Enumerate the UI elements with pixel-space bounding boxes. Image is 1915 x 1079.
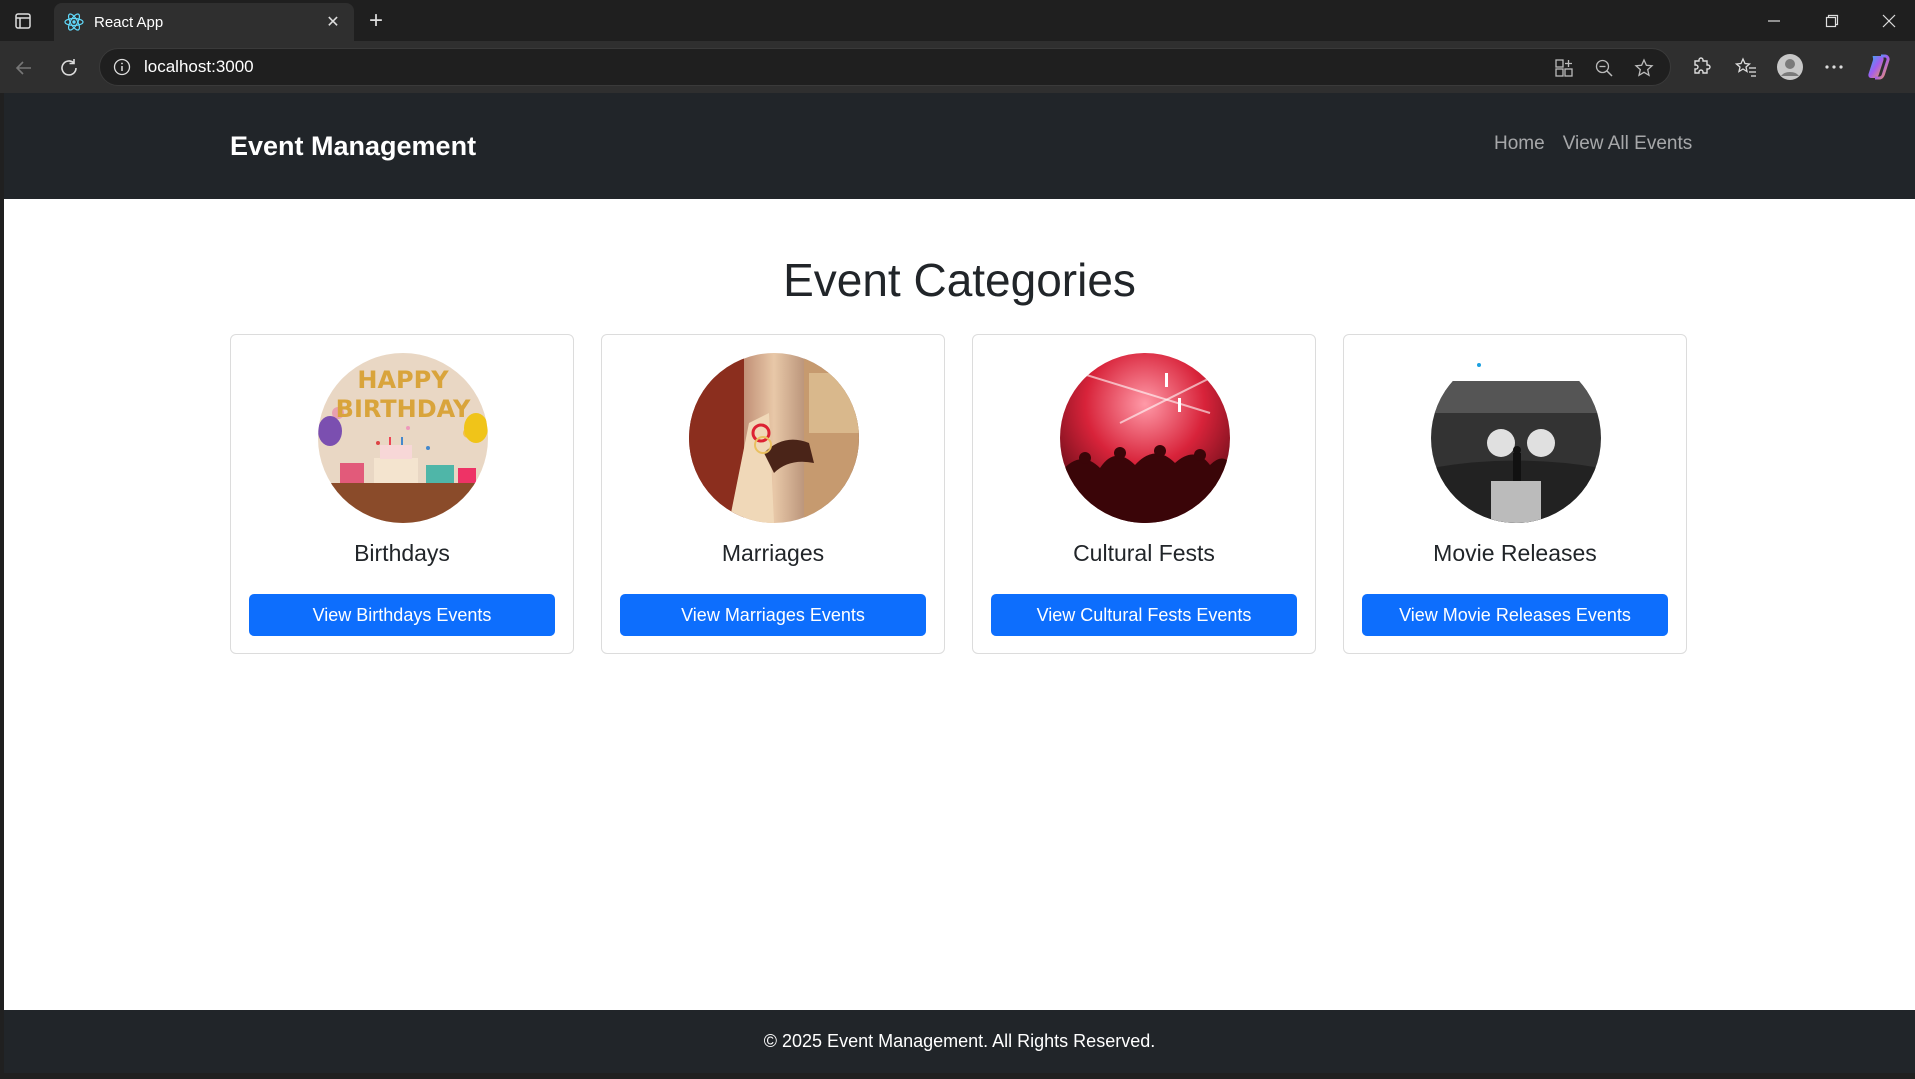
birthday-photo-icon: HAPPY BIRTHDAY — [318, 353, 488, 523]
navbar-brand[interactable]: Event Management — [230, 131, 476, 162]
app-available-icon[interactable] — [1550, 54, 1578, 82]
category-card-marriages: Marriages View Marriages Events — [601, 334, 945, 654]
more-menu-icon[interactable] — [1820, 53, 1848, 81]
page-title: Event Categories — [783, 254, 1136, 306]
svg-text:BIRTHDAY: BIRTHDAY — [336, 395, 471, 423]
reload-icon[interactable] — [55, 54, 83, 82]
tab-title: React App — [94, 13, 164, 31]
category-title: Birthdays — [354, 540, 450, 566]
browser-tab[interactable]: React App ✕ — [54, 3, 354, 41]
url-text: localhost:3000 — [144, 57, 254, 76]
restore-icon[interactable] — [1810, 8, 1854, 34]
view-cultural-fests-events-button[interactable]: View Cultural Fests Events — [991, 594, 1297, 636]
extensions-icon[interactable] — [1688, 53, 1716, 81]
app-navbar: Event Management Home View All Events — [4, 93, 1915, 199]
view-birthdays-events-button[interactable]: View Birthdays Events — [249, 594, 555, 636]
page-footer: © 2025 Event Management. All Rights Rese… — [4, 1010, 1915, 1073]
minimize-icon[interactable] — [1752, 8, 1796, 34]
category-card-movie-releases: Movie Releases View Movie Releases Event… — [1343, 334, 1687, 654]
zoom-out-icon[interactable] — [1590, 54, 1618, 82]
svg-text:HAPPY: HAPPY — [357, 366, 449, 394]
react-favicon-icon — [64, 12, 84, 32]
nav-link-view-all-events[interactable]: View All Events — [1563, 133, 1693, 155]
view-movie-releases-events-button[interactable]: View Movie Releases Events — [1362, 594, 1668, 636]
category-title: Marriages — [721, 540, 825, 566]
navbar-links: Home View All Events — [1494, 133, 1692, 155]
category-cards: HAPPY BIRTHDAY Birthdays View Birthdays … — [230, 334, 1687, 654]
new-tab-icon[interactable]: + — [362, 7, 390, 35]
address-bar[interactable]: localhost:3000 — [99, 48, 1671, 86]
view-marriages-events-button[interactable]: View Marriages Events — [620, 594, 926, 636]
nav-link-home[interactable]: Home — [1494, 133, 1545, 155]
profile-avatar-icon[interactable] — [1776, 53, 1804, 81]
close-window-icon[interactable] — [1867, 8, 1911, 34]
close-tab-icon[interactable]: ✕ — [322, 11, 344, 33]
wedding-photo-icon — [689, 353, 859, 523]
browser-tabstrip: React App ✕ + — [0, 0, 1915, 41]
copilot-icon[interactable] — [1864, 53, 1892, 81]
concert-photo-icon — [1060, 353, 1230, 523]
page-viewport: Event Management Home View All Events Ev… — [4, 93, 1915, 1073]
back-icon[interactable] — [10, 54, 38, 82]
stage-photo-icon — [1431, 353, 1601, 523]
category-card-birthdays: HAPPY BIRTHDAY Birthdays View Birthdays … — [230, 334, 574, 654]
favorite-star-icon[interactable] — [1630, 54, 1658, 82]
site-info-icon[interactable] — [112, 57, 132, 77]
favorites-icon[interactable] — [1732, 53, 1760, 81]
browser-toolbar: localhost:3000 — [0, 41, 1915, 93]
tab-actions-icon[interactable] — [10, 8, 36, 34]
category-title: Movie Releases — [1433, 540, 1597, 566]
category-card-cultural-fests: Cultural Fests View Cultural Fests Event… — [972, 334, 1316, 654]
footer-copyright: © 2025 Event Management. All Rights Rese… — [763, 1031, 1156, 1051]
category-title: Cultural Fests — [1073, 540, 1215, 566]
